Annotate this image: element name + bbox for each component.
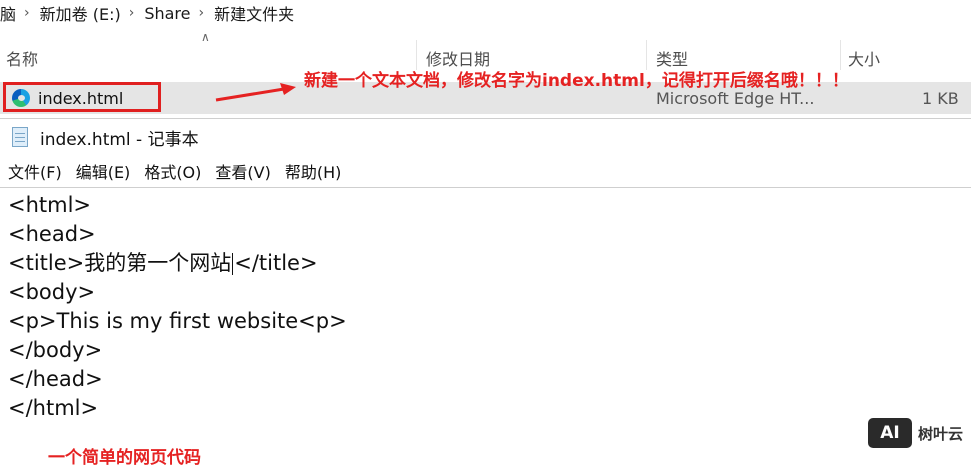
menu-bar: 文件(F) 编辑(E) 格式(O) 查看(V) 帮助(H) [0,157,971,185]
column-header-size[interactable]: 大小 [848,46,880,70]
menu-edit[interactable]: 编辑(E) [76,159,131,183]
code-line: </body> [8,338,103,362]
breadcrumb-item[interactable]: 新加卷 (E:) [40,1,121,25]
file-explorer: 脑 › 新加卷 (E:) › Share › 新建文件夹 ∧ 名称 修改日期 类… [0,0,971,118]
file-size: 1 KB [922,89,959,108]
notepad-title-bar: index.html - 记事本 [0,119,971,155]
file-name[interactable]: index.html [38,89,123,108]
code-line: <title>我的第一个网站 </title> [8,248,318,278]
menu-help[interactable]: 帮助(H) [285,159,342,183]
menu-file[interactable]: 文件(F) [8,159,62,183]
file-name-highlight-box: index.html [3,82,161,112]
chevron-right-icon[interactable]: › [129,5,135,21]
text-editor[interactable]: <html> <head> <title>我的第一个网站 </title> <bo… [0,187,971,465]
menu-format[interactable]: 格式(O) [144,159,201,183]
code-line: <html> [8,193,92,217]
column-header-name[interactable]: 名称 [6,46,38,70]
red-arrow-icon [215,83,296,102]
file-type: Microsoft Edge HT... [656,89,815,108]
annotation-rename-hint: 新建一个文本文档，修改名字为index.html，记得打开后缀名哦！！！ [304,71,849,91]
ai-logo-icon: AI [868,418,912,448]
breadcrumb: 脑 › 新加卷 (E:) › Share › 新建文件夹 [0,0,971,26]
watermark-text: 树叶云 [918,424,964,443]
watermark: AI 树叶云 [868,418,963,448]
code-line: </head> [8,367,103,391]
code-line: <p>This is my first website<p> [8,309,347,333]
breadcrumb-item[interactable]: 脑 [0,1,16,25]
notepad-window: index.html - 记事本 文件(F) 编辑(E) 格式(O) 查看(V)… [0,118,971,465]
chevron-right-icon[interactable]: › [24,5,30,21]
breadcrumb-item[interactable]: Share [144,4,190,23]
edge-browser-icon [12,89,30,107]
chevron-right-icon[interactable]: › [198,5,204,21]
code-text: </title> [234,251,318,275]
window-title: index.html - 记事本 [40,129,199,150]
menu-view[interactable]: 查看(V) [215,159,270,183]
code-line: <body> [8,280,96,304]
screenshot-root: 脑 › 新加卷 (E:) › Share › 新建文件夹 ∧ 名称 修改日期 类… [0,0,971,465]
annotation-simple-code: 一个简单的网页代码 [48,448,201,465]
code-line: </html> [8,396,99,420]
code-text: <title>我的第一个网站 [8,251,232,275]
notepad-icon [12,127,28,147]
code-line: <head> [8,222,96,246]
breadcrumb-item[interactable]: 新建文件夹 [214,1,294,25]
